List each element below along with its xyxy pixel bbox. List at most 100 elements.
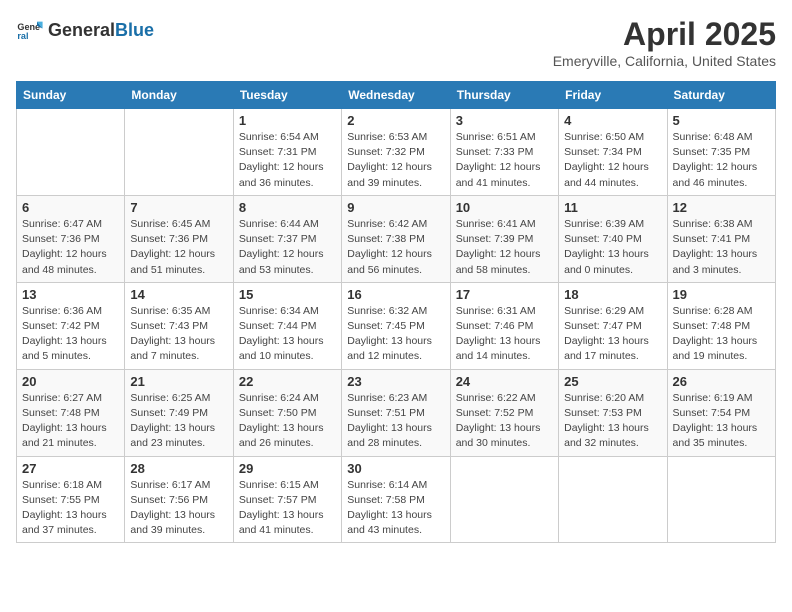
weekday-header-row: SundayMondayTuesdayWednesdayThursdayFrid… bbox=[17, 82, 776, 109]
cell-day-number: 25 bbox=[564, 374, 661, 389]
weekday-header-thursday: Thursday bbox=[450, 82, 558, 109]
cell-info-text: Sunrise: 6:24 AMSunset: 7:50 PMDaylight:… bbox=[239, 391, 336, 452]
cell-info-text: Sunrise: 6:29 AMSunset: 7:47 PMDaylight:… bbox=[564, 304, 661, 365]
cell-day-number: 28 bbox=[130, 461, 227, 476]
calendar-week-4: 20 Sunrise: 6:27 AMSunset: 7:48 PMDayligh… bbox=[17, 369, 776, 456]
cell-day-number: 10 bbox=[456, 200, 553, 215]
calendar-cell bbox=[125, 109, 233, 196]
cell-info-text: Sunrise: 6:17 AMSunset: 7:56 PMDaylight:… bbox=[130, 478, 227, 539]
cell-day-number: 12 bbox=[673, 200, 770, 215]
cell-day-number: 8 bbox=[239, 200, 336, 215]
cell-info-text: Sunrise: 6:54 AMSunset: 7:31 PMDaylight:… bbox=[239, 130, 336, 191]
weekday-header-monday: Monday bbox=[125, 82, 233, 109]
cell-info-text: Sunrise: 6:27 AMSunset: 7:48 PMDaylight:… bbox=[22, 391, 119, 452]
calendar-cell: 26Sunrise: 6:19 AMSunset: 7:54 PMDayligh… bbox=[667, 369, 775, 456]
calendar-cell bbox=[667, 456, 775, 543]
calendar-cell bbox=[450, 456, 558, 543]
calendar-cell: 9Sunrise: 6:42 AMSunset: 7:38 PMDaylight… bbox=[342, 195, 450, 282]
weekday-header-saturday: Saturday bbox=[667, 82, 775, 109]
calendar-table: SundayMondayTuesdayWednesdayThursdayFrid… bbox=[16, 81, 776, 543]
cell-day-number: 13 bbox=[22, 287, 119, 302]
calendar-cell: 29 Sunrise: 6:15 AMSunset: 7:57 PMDayligh… bbox=[233, 456, 341, 543]
calendar-cell bbox=[559, 456, 667, 543]
cell-day-number: 15 bbox=[239, 287, 336, 302]
cell-info-text: Sunrise: 6:19 AMSunset: 7:54 PMDaylight:… bbox=[673, 391, 770, 452]
cell-day-number: 6 bbox=[22, 200, 119, 215]
cell-info-text: Sunrise: 6:34 AMSunset: 7:44 PMDaylight:… bbox=[239, 304, 336, 365]
cell-day-number: 1 bbox=[239, 113, 336, 128]
location-title: Emeryville, California, United States bbox=[553, 53, 776, 69]
calendar-cell: 15 Sunrise: 6:34 AMSunset: 7:44 PMDayligh… bbox=[233, 282, 341, 369]
cell-info-text: Sunrise: 6:32 AMSunset: 7:45 PMDaylight:… bbox=[347, 304, 444, 365]
cell-day-number: 17 bbox=[456, 287, 553, 302]
calendar-cell: 21 Sunrise: 6:25 AMSunset: 7:49 PMDayligh… bbox=[125, 369, 233, 456]
logo-general: General bbox=[48, 20, 115, 40]
cell-info-text: Sunrise: 6:31 AMSunset: 7:46 PMDaylight:… bbox=[456, 304, 553, 365]
cell-info-text: Sunrise: 6:15 AMSunset: 7:57 PMDaylight:… bbox=[239, 478, 336, 539]
calendar-week-2: 6 Sunrise: 6:47 AMSunset: 7:36 PMDaylight… bbox=[17, 195, 776, 282]
cell-info-text: Sunrise: 6:36 AMSunset: 7:42 PMDaylight:… bbox=[22, 304, 119, 365]
header: Gene ral GeneralBlue April 2025 Emeryvil… bbox=[16, 16, 776, 69]
cell-info-text: Sunrise: 6:18 AMSunset: 7:55 PMDaylight:… bbox=[22, 478, 119, 539]
cell-day-number: 9 bbox=[347, 200, 444, 215]
cell-day-number: 23 bbox=[347, 374, 444, 389]
calendar-cell: 2 Sunrise: 6:53 AMSunset: 7:32 PMDaylight… bbox=[342, 109, 450, 196]
cell-info-text: Sunrise: 6:45 AMSunset: 7:36 PMDaylight:… bbox=[130, 217, 227, 278]
cell-info-text: Sunrise: 6:28 AMSunset: 7:48 PMDaylight:… bbox=[673, 304, 770, 365]
title-area: April 2025 Emeryville, California, Unite… bbox=[553, 16, 776, 69]
calendar-cell: 22 Sunrise: 6:24 AMSunset: 7:50 PMDayligh… bbox=[233, 369, 341, 456]
calendar-cell: 6 Sunrise: 6:47 AMSunset: 7:36 PMDaylight… bbox=[17, 195, 125, 282]
cell-day-number: 3 bbox=[456, 113, 553, 128]
cell-day-number: 30 bbox=[347, 461, 444, 476]
calendar-cell: 11 Sunrise: 6:39 AMSunset: 7:40 PMDayligh… bbox=[559, 195, 667, 282]
calendar-cell: 28 Sunrise: 6:17 AMSunset: 7:56 PMDayligh… bbox=[125, 456, 233, 543]
cell-day-number: 11 bbox=[564, 200, 661, 215]
cell-day-number: 29 bbox=[239, 461, 336, 476]
cell-info-text: Sunrise: 6:51 AMSunset: 7:33 PMDaylight:… bbox=[456, 130, 553, 191]
svg-text:ral: ral bbox=[17, 31, 28, 41]
calendar-week-5: 27 Sunrise: 6:18 AMSunset: 7:55 PMDayligh… bbox=[17, 456, 776, 543]
weekday-header-wednesday: Wednesday bbox=[342, 82, 450, 109]
calendar-cell: 30 Sunrise: 6:14 AMSunset: 7:58 PMDayligh… bbox=[342, 456, 450, 543]
cell-day-number: 5 bbox=[673, 113, 770, 128]
weekday-header-friday: Friday bbox=[559, 82, 667, 109]
cell-day-number: 24 bbox=[456, 374, 553, 389]
cell-day-number: 4 bbox=[564, 113, 661, 128]
cell-day-number: 18 bbox=[564, 287, 661, 302]
calendar-cell: 12Sunrise: 6:38 AMSunset: 7:41 PMDayligh… bbox=[667, 195, 775, 282]
cell-info-text: Sunrise: 6:25 AMSunset: 7:49 PMDaylight:… bbox=[130, 391, 227, 452]
cell-info-text: Sunrise: 6:44 AMSunset: 7:37 PMDaylight:… bbox=[239, 217, 336, 278]
cell-info-text: Sunrise: 6:53 AMSunset: 7:32 PMDaylight:… bbox=[347, 130, 444, 191]
cell-day-number: 16 bbox=[347, 287, 444, 302]
cell-day-number: 20 bbox=[22, 374, 119, 389]
logo-blue: Blue bbox=[115, 20, 154, 40]
cell-info-text: Sunrise: 6:39 AMSunset: 7:40 PMDaylight:… bbox=[564, 217, 661, 278]
calendar-week-3: 13 Sunrise: 6:36 AMSunset: 7:42 PMDayligh… bbox=[17, 282, 776, 369]
logo: Gene ral GeneralBlue bbox=[16, 16, 154, 44]
month-title: April 2025 bbox=[553, 16, 776, 53]
calendar-cell: 17 Sunrise: 6:31 AMSunset: 7:46 PMDayligh… bbox=[450, 282, 558, 369]
calendar-cell: 10Sunrise: 6:41 AMSunset: 7:39 PMDayligh… bbox=[450, 195, 558, 282]
cell-info-text: Sunrise: 6:47 AMSunset: 7:36 PMDaylight:… bbox=[22, 217, 119, 278]
calendar-cell: 25 Sunrise: 6:20 AMSunset: 7:53 PMDayligh… bbox=[559, 369, 667, 456]
calendar-cell: 14Sunrise: 6:35 AMSunset: 7:43 PMDayligh… bbox=[125, 282, 233, 369]
calendar-cell: 16 Sunrise: 6:32 AMSunset: 7:45 PMDayligh… bbox=[342, 282, 450, 369]
calendar-cell: 8 Sunrise: 6:44 AMSunset: 7:37 PMDaylight… bbox=[233, 195, 341, 282]
logo-text: GeneralBlue bbox=[48, 20, 154, 41]
cell-day-number: 27 bbox=[22, 461, 119, 476]
cell-info-text: Sunrise: 6:48 AMSunset: 7:35 PMDaylight:… bbox=[673, 130, 770, 191]
calendar-cell: 18 Sunrise: 6:29 AMSunset: 7:47 PMDayligh… bbox=[559, 282, 667, 369]
weekday-header-sunday: Sunday bbox=[17, 82, 125, 109]
cell-info-text: Sunrise: 6:35 AMSunset: 7:43 PMDaylight:… bbox=[130, 304, 227, 365]
cell-info-text: Sunrise: 6:14 AMSunset: 7:58 PMDaylight:… bbox=[347, 478, 444, 539]
cell-day-number: 21 bbox=[130, 374, 227, 389]
calendar-cell: 4 Sunrise: 6:50 AMSunset: 7:34 PMDaylight… bbox=[559, 109, 667, 196]
logo-icon: Gene ral bbox=[16, 16, 44, 44]
cell-day-number: 22 bbox=[239, 374, 336, 389]
cell-day-number: 2 bbox=[347, 113, 444, 128]
cell-info-text: Sunrise: 6:50 AMSunset: 7:34 PMDaylight:… bbox=[564, 130, 661, 191]
cell-day-number: 19 bbox=[673, 287, 770, 302]
calendar-body: 1 Sunrise: 6:54 AMSunset: 7:31 PMDaylight… bbox=[17, 109, 776, 543]
cell-info-text: Sunrise: 6:20 AMSunset: 7:53 PMDaylight:… bbox=[564, 391, 661, 452]
cell-info-text: Sunrise: 6:23 AMSunset: 7:51 PMDaylight:… bbox=[347, 391, 444, 452]
